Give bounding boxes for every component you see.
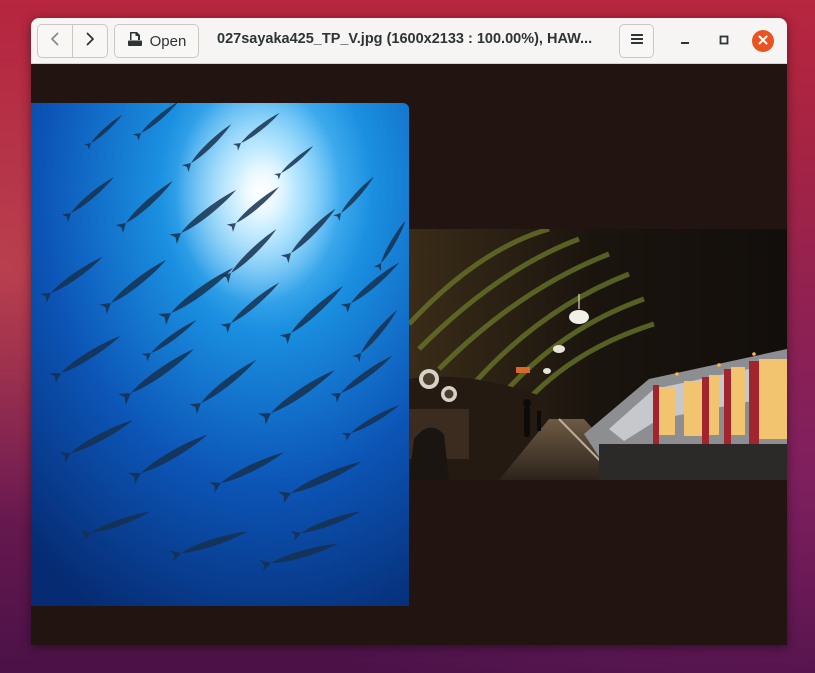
hamburger-menu-icon — [629, 31, 645, 52]
chevron-right-icon — [82, 31, 98, 52]
maximize-icon — [719, 32, 729, 50]
barracuda-school-photo — [31, 103, 409, 606]
open-button-label: Open — [149, 32, 187, 50]
close-button[interactable] — [752, 30, 774, 52]
minimize-icon — [680, 32, 690, 50]
subway-platform-photo — [409, 229, 787, 480]
navigation-buttons — [37, 24, 108, 58]
headerbar: Open 027sayaka425_TP_V.jpg (1600x2133 : … — [31, 18, 787, 64]
back-button[interactable] — [38, 25, 72, 57]
document-open-icon — [127, 31, 143, 52]
image-view-area[interactable] — [31, 64, 787, 645]
chevron-left-icon — [47, 31, 63, 52]
minimize-button[interactable] — [674, 30, 696, 52]
open-button[interactable]: Open — [114, 24, 199, 58]
window-title: 027sayaka425_TP_V.jpg (1600x2133 : 100.0… — [217, 31, 593, 47]
image-viewer-window: Open 027sayaka425_TP_V.jpg (1600x2133 : … — [31, 18, 787, 645]
main-menu-button[interactable] — [619, 24, 654, 58]
close-icon — [758, 32, 768, 50]
forward-button[interactable] — [72, 25, 107, 57]
maximize-button[interactable] — [713, 30, 735, 52]
